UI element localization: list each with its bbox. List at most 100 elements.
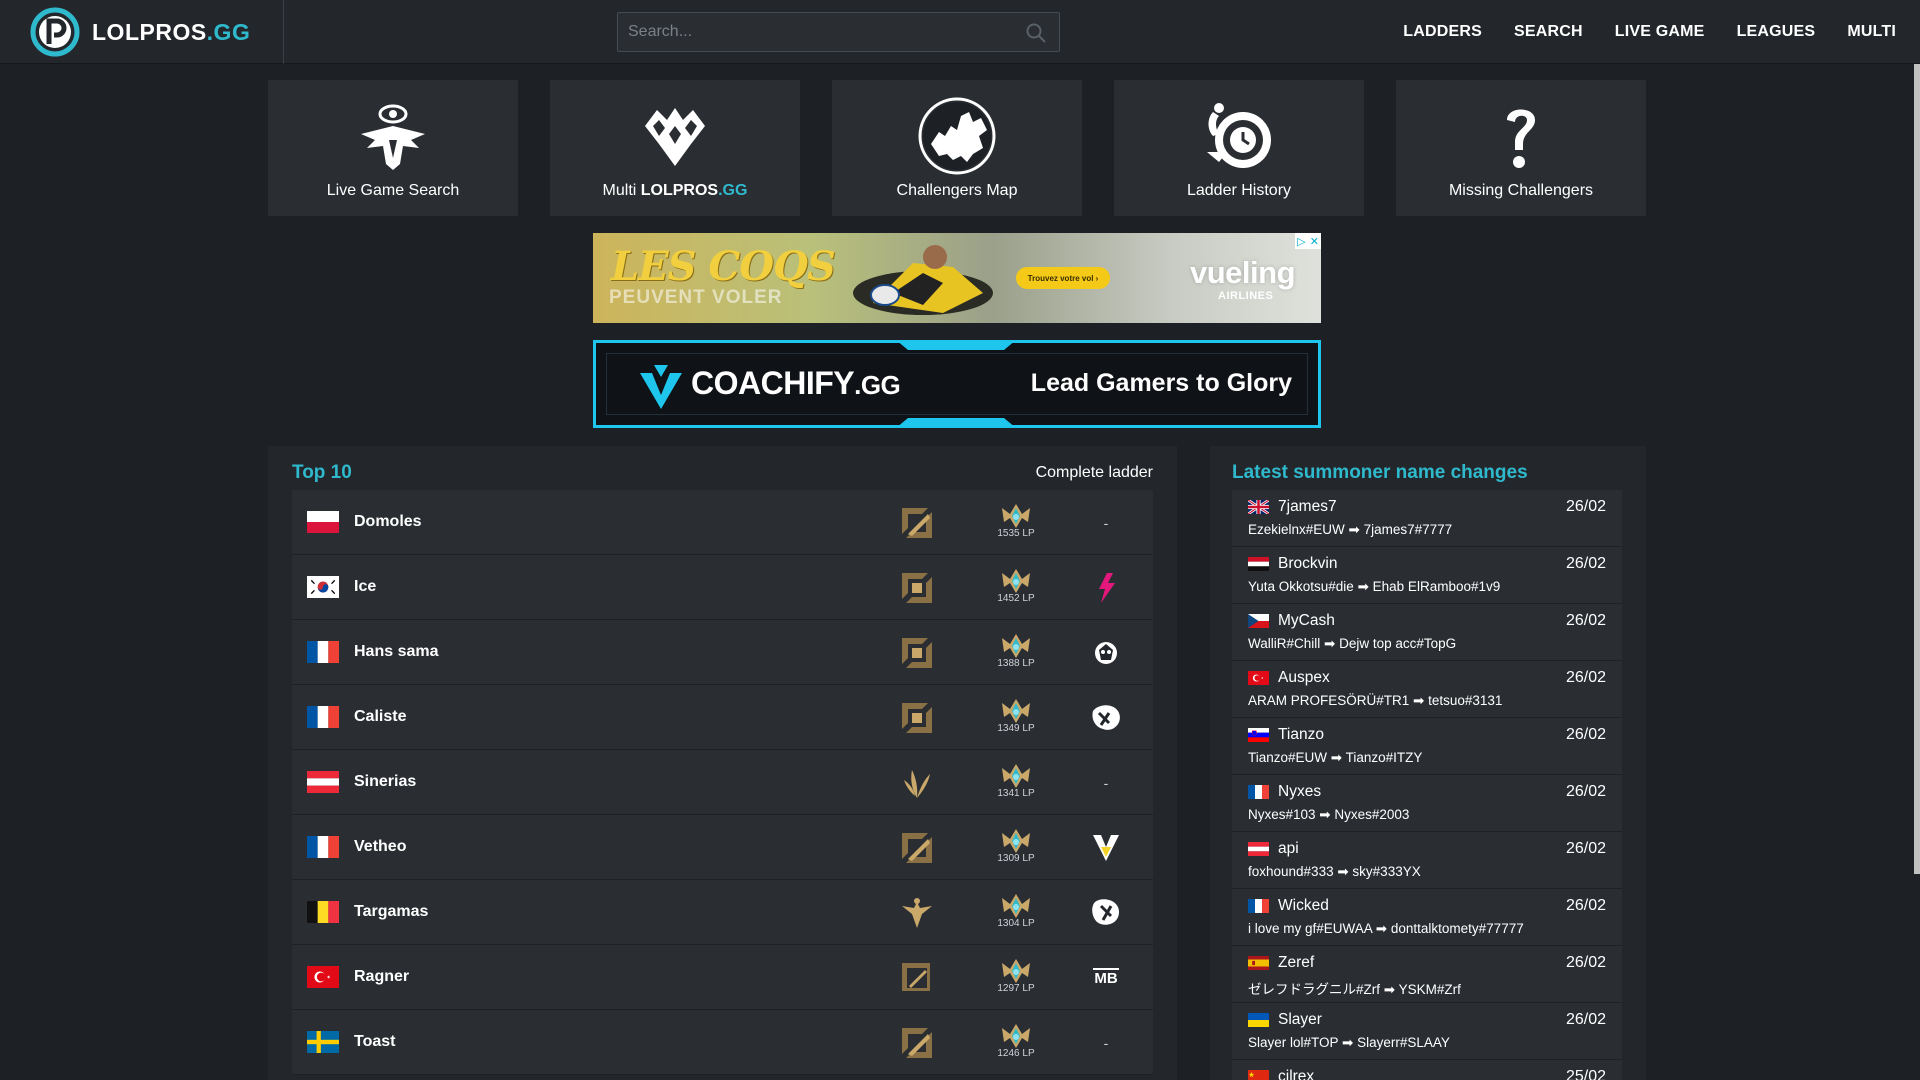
team-mb-logo-icon[interactable]: MB [1088, 961, 1124, 995]
country-flag-icon [1248, 557, 1269, 571]
complete-ladder-link[interactable]: Complete ladder [1036, 464, 1153, 482]
top10-panel: Top 10 Complete ladder Domoles 1535 LP - I… [268, 446, 1177, 1080]
name-change-row[interactable]: Tianzo 26/02 Tianzo#EUW ➡ Tianzo#ITZY [1232, 718, 1622, 775]
vueling-ad-banner[interactable]: LES COQS PEUVENT VOLER Trouvez votre vol… [593, 233, 1321, 323]
team-kc-logo-icon[interactable] [1088, 701, 1124, 735]
player-name[interactable]: Sinerias [354, 773, 416, 791]
summoner-name[interactable]: Nyxes [1278, 783, 1321, 801]
summoner-name[interactable]: Tianzo [1278, 726, 1324, 744]
country-flag-icon [1248, 899, 1269, 913]
old-name: ARAM PROFESÖRÜ#TR1 [1248, 693, 1410, 708]
league-points: 1304 LP [997, 918, 1035, 929]
ladder-row[interactable]: Ragner 1297 LP MB [292, 945, 1153, 1010]
player-name[interactable]: Vetheo [354, 838, 406, 856]
name-change-detail: ゼレフドラグニル#Zrf ➡ YSKM#Zrf [1248, 978, 1606, 998]
ad-headline: LES COQS [611, 243, 836, 290]
scrollbar-thumb[interactable] [1914, 64, 1920, 874]
tile-challengers-map[interactable]: Challengers Map [832, 80, 1082, 216]
no-team: - [1103, 1035, 1109, 1051]
player-name[interactable]: Ragner [354, 968, 409, 986]
brand-logo-link[interactable]: LOLPROS.GG [0, 0, 284, 64]
ladder-row[interactable]: Hans sama 1388 LP [292, 620, 1153, 685]
ladder-row[interactable]: Caliste 1349 LP [292, 685, 1153, 750]
search-input[interactable] [618, 13, 1059, 51]
name-change-detail: i love my gf#EUWAA ➡ donttalktomety#7777… [1248, 921, 1606, 937]
player-name[interactable]: Toast [354, 1033, 395, 1051]
nav-ladders[interactable]: LADDERS [1387, 23, 1498, 41]
ladder-row[interactable]: Targamas 1304 LP [292, 880, 1153, 945]
name-change-row[interactable]: Wicked 26/02 i love my gf#EUWAA ➡ donttalk… [1232, 889, 1622, 946]
player-name[interactable]: Domoles [354, 513, 422, 531]
summoner-name[interactable]: 7james7 [1278, 498, 1337, 516]
country-flag-icon [307, 641, 339, 663]
tile-ladder-history[interactable]: Ladder History [1114, 80, 1364, 216]
team-g2-logo-icon[interactable] [1088, 636, 1124, 670]
tile-live-game-search[interactable]: Live Game Search [268, 80, 518, 216]
old-name: Tianzo#EUW [1248, 750, 1328, 765]
new-name: 7james7#7777 [1363, 522, 1453, 537]
europe-globe-icon [918, 97, 996, 175]
summoner-name[interactable]: Auspex [1278, 669, 1330, 687]
arrow-right-icon: ➡ [1353, 579, 1373, 594]
team-kc2-logo-icon[interactable] [1088, 896, 1124, 930]
tile-missing-challengers[interactable]: Missing Challengers [1396, 80, 1646, 216]
search-box [617, 12, 1060, 52]
team-vitality-logo-icon[interactable] [1088, 831, 1124, 865]
name-change-row[interactable]: cilrex 25/02 [1232, 1060, 1622, 1080]
arrow-right-icon: ➡ [1320, 636, 1340, 651]
team-pink-logo-icon[interactable] [1088, 571, 1124, 605]
name-change-row[interactable]: api 26/02 foxhound#333 ➡ sky#333YX [1232, 832, 1622, 889]
ladder-row[interactable]: Vetheo 1309 LP [292, 815, 1153, 880]
change-date: 26/02 [1565, 726, 1606, 743]
name-change-detail: Slayer lol#TOP ➡ Slayerr#SLAAY [1248, 1035, 1606, 1051]
name-change-row[interactable]: Zeref 26/02 ゼレフドラグニル#Zrf ➡ YSKM#Zrf [1232, 946, 1622, 1003]
coachify-name: COACHIFY.GG [691, 365, 901, 401]
vueling-logo-sub: AIRLINES [1218, 290, 1274, 302]
search-icon[interactable] [1025, 22, 1047, 44]
player-name[interactable]: Ice [354, 578, 376, 596]
player-name[interactable]: Hans sama [354, 643, 439, 661]
coachify-ad-banner[interactable]: COACHIFY.GG Lead Gamers to Glory [593, 340, 1321, 428]
name-change-row[interactable]: Nyxes 26/02 Nyxes#103 ➡ Nyxes#2003 [1232, 775, 1622, 832]
adchoices-icon[interactable]: ▷ ✕ [1295, 233, 1321, 249]
ladder-row[interactable]: Domoles 1535 LP - [292, 490, 1153, 555]
support-role-icon [900, 896, 934, 930]
player-name[interactable]: Caliste [354, 708, 406, 726]
old-name: Slayer lol#TOP [1248, 1035, 1339, 1050]
tile-multi-lolpros[interactable]: Multi LOLPROS.GG [550, 80, 800, 216]
summoner-name[interactable]: Wicked [1278, 897, 1329, 915]
ladder-row[interactable]: Toast 1246 LP - [292, 1010, 1153, 1075]
rugby-player-image [853, 245, 993, 315]
summoner-name[interactable]: Slayer [1278, 1011, 1322, 1029]
ad-cta-button[interactable]: Trouvez votre vol › [1016, 267, 1110, 289]
summoner-name[interactable]: cilrex [1278, 1068, 1314, 1080]
banner-frame-decoration [896, 343, 1016, 350]
page-scrollbar[interactable] [1914, 64, 1920, 1080]
summoner-name[interactable]: Zeref [1278, 954, 1314, 972]
rank-cell: 1535 LP [992, 502, 1040, 546]
name-changes-panel: Latest summoner name changes 7james7 26/0… [1210, 446, 1646, 1080]
name-change-row[interactable]: 7james7 26/02 Ezekielnx#EUW ➡ 7james7#7777 [1232, 490, 1622, 547]
nav-multi[interactable]: MULTI [1831, 23, 1920, 41]
new-name: YSKM#Zrf [1398, 982, 1461, 997]
name-change-row[interactable]: Slayer 26/02 Slayer lol#TOP ➡ Slayerr#SLAA… [1232, 1003, 1622, 1060]
nav-leagues[interactable]: LEAGUES [1721, 23, 1832, 41]
country-flag-icon [1248, 671, 1269, 685]
name-change-row[interactable]: Brockvin 26/02 Yuta Okkotsu#die ➡ Ehab ElR… [1232, 547, 1622, 604]
change-date: 26/02 [1565, 954, 1606, 971]
summoner-name[interactable]: MyCash [1278, 612, 1335, 630]
rank-cell: 1304 LP [992, 892, 1040, 936]
summoner-name[interactable]: api [1278, 840, 1299, 858]
player-name[interactable]: Targamas [354, 903, 428, 921]
old-name: ゼレフドラグニル#Zrf [1248, 982, 1381, 997]
name-change-row[interactable]: MyCash 26/02 WalliR#Chill ➡ Dejw top acc#T… [1232, 604, 1622, 661]
question-mark-icon [1507, 109, 1535, 168]
ladder-row[interactable]: Sinerias 1341 LP - [292, 750, 1153, 815]
country-flag-icon [307, 836, 339, 858]
ladder-row[interactable]: Ice 1452 LP [292, 555, 1153, 620]
old-name: Nyxes#103 [1248, 807, 1316, 822]
nav-live-game[interactable]: LIVE GAME [1599, 23, 1721, 41]
summoner-name[interactable]: Brockvin [1278, 555, 1337, 573]
nav-search[interactable]: SEARCH [1498, 23, 1599, 41]
name-change-row[interactable]: Auspex 26/02 ARAM PROFESÖRÜ#TR1 ➡ tetsuo#3… [1232, 661, 1622, 718]
